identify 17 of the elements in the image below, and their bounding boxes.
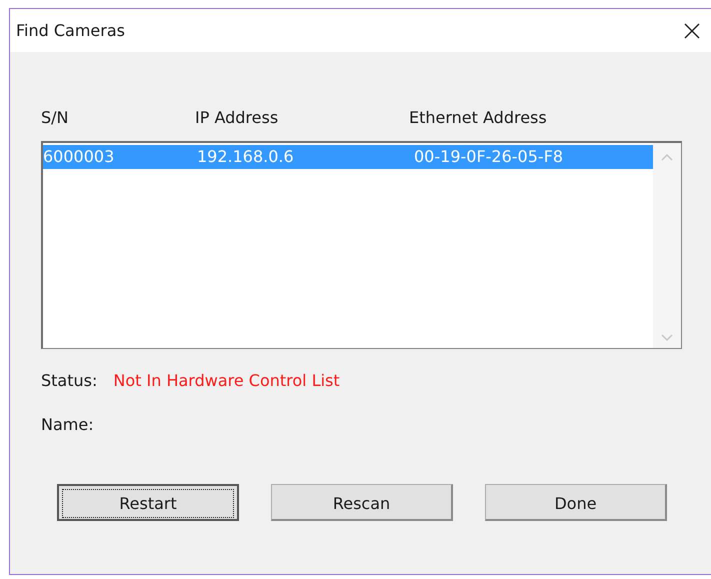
scroll-up-icon[interactable] [661,153,673,161]
close-icon[interactable] [684,22,700,38]
table-cell-text: 6000003 [43,146,114,168]
name-label: Name: [41,415,94,436]
table-cell-text: 00-19-0F-26-05-F8 [414,146,564,168]
status-value: Not In Hardware Control List [113,371,340,392]
status-label: Status: [41,371,98,392]
dialog-button[interactable]: Rescan [271,484,453,521]
scrollbar[interactable] [653,143,681,348]
column-header: S/N [41,108,69,127]
table-cell-text: 192.168.0.6 [197,146,294,168]
dialog-button[interactable]: Restart [57,484,239,521]
column-header: IP Address [195,108,278,127]
dialog-button[interactable]: Done [485,484,667,521]
column-header: Ethernet Address [409,108,547,127]
window-title: Find Cameras [16,21,125,40]
scroll-down-icon[interactable] [661,334,673,342]
